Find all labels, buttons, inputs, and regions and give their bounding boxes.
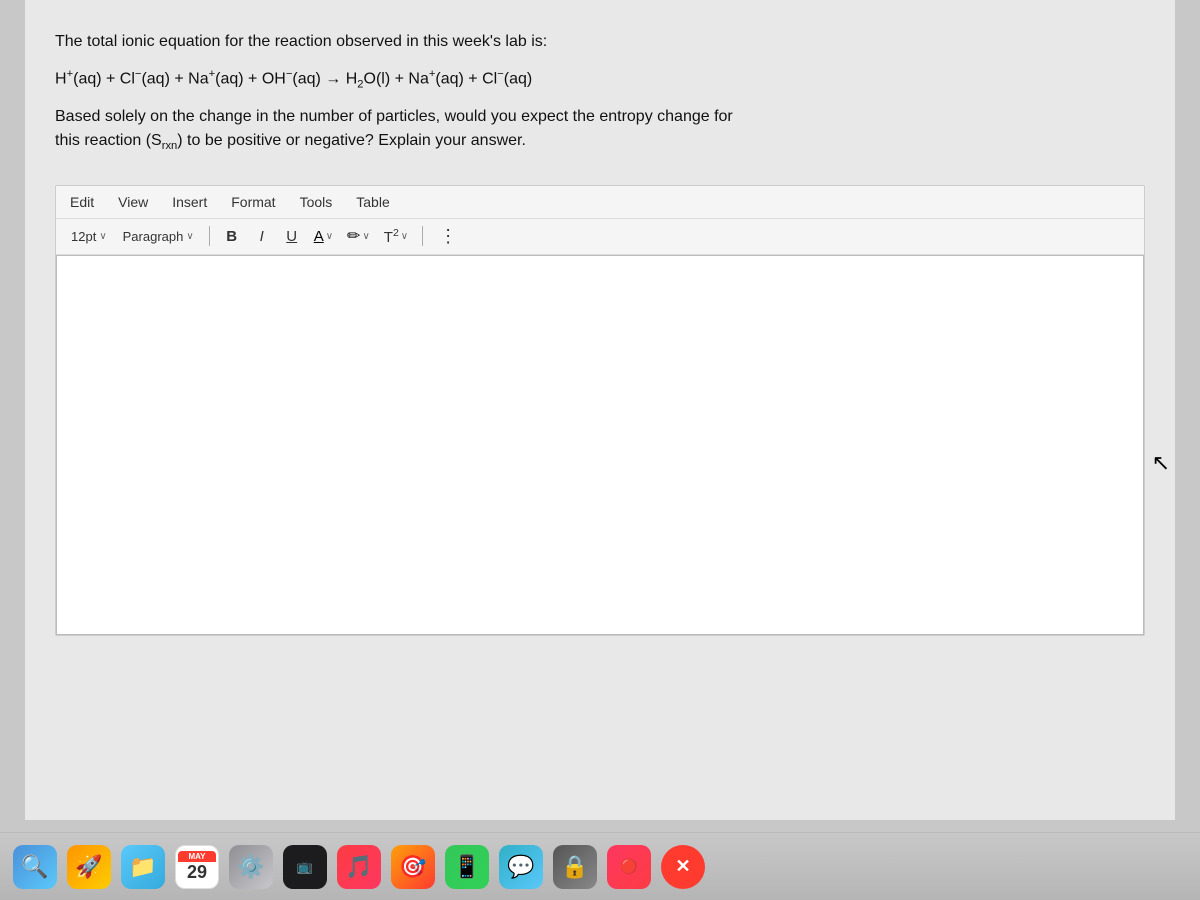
dock-item-preferences[interactable]: ⚙️: [226, 842, 276, 892]
equation-display: H+(aq) + Cl−(aq) + Na+(aq) + OH−(aq) → H…: [55, 68, 1145, 91]
highlight-chevron: ∨: [362, 231, 369, 242]
paragraph-select[interactable]: Paragraph ∨: [118, 227, 199, 246]
paragraph-chevron: ∨: [186, 231, 193, 242]
editor-text-area[interactable]: [56, 255, 1144, 635]
menu-edit[interactable]: Edit: [66, 192, 98, 212]
menu-view[interactable]: View: [114, 192, 152, 212]
editor-toolbar: 12pt ∨ Paragraph ∨ B I U A ∨ ✏: [56, 219, 1144, 255]
dock-item-close[interactable]: ✕: [658, 842, 708, 892]
font-size-select[interactable]: 12pt ∨: [66, 227, 112, 246]
font-color-button[interactable]: A ∨: [310, 226, 337, 247]
menu-tools[interactable]: Tools: [296, 192, 337, 212]
superscript-chevron: ∨: [401, 231, 408, 242]
font-color-chevron: ∨: [326, 231, 333, 242]
tv-icon: 📺: [297, 859, 313, 875]
menu-insert[interactable]: Insert: [168, 192, 211, 212]
finder-icon: 🔍: [21, 854, 48, 880]
app4-icon: 🔴: [620, 858, 637, 875]
dock-item-app4[interactable]: 🔴: [604, 842, 654, 892]
dock-item-music[interactable]: 🎵: [334, 842, 384, 892]
dock-item-tv[interactable]: 📺: [280, 842, 330, 892]
paragraph-label: Paragraph: [123, 229, 184, 244]
launchpad-icon: 🚀: [75, 854, 102, 880]
superscript-label: T2: [384, 227, 399, 246]
dock-item-finder[interactable]: 🔍: [10, 842, 60, 892]
font-size-label: 12pt: [71, 229, 96, 244]
preferences-icon: ⚙️: [237, 854, 264, 880]
more-options-button[interactable]: ⋮: [433, 224, 464, 249]
italic-button[interactable]: I: [250, 226, 274, 247]
superscript-button[interactable]: T2 ∨: [380, 225, 412, 248]
dock: 🔍 🚀 📁 MAY 29 ⚙️ 📺 🎵: [0, 832, 1200, 900]
font-size-chevron: ∨: [99, 231, 106, 242]
menu-table[interactable]: Table: [352, 192, 393, 212]
calendar-day: 29: [187, 862, 207, 883]
bold-button[interactable]: B: [220, 226, 244, 247]
question-text-2: Based solely on the change in the number…: [55, 105, 1145, 155]
dock-item-app1[interactable]: 📱: [442, 842, 492, 892]
music-icon: 🎵: [345, 854, 372, 880]
highlight-icon: ✏: [347, 226, 360, 246]
question-text-1: The total ionic equation for the reactio…: [55, 30, 1145, 54]
toolbar-divider-2: [422, 226, 423, 246]
folder-icon: 📁: [129, 854, 156, 880]
dock-item-calendar[interactable]: MAY 29: [172, 842, 222, 892]
dock-item-launchpad[interactable]: 🚀: [64, 842, 114, 892]
close-icon: ✕: [675, 856, 690, 877]
editor-container: Edit View Insert Format Tools Table 12pt…: [55, 185, 1145, 636]
calendar-month: MAY: [178, 851, 216, 862]
app3-icon: 🔒: [561, 854, 588, 880]
menu-format[interactable]: Format: [227, 192, 279, 212]
underline-button[interactable]: U: [280, 226, 304, 247]
toolbar-divider-1: [209, 226, 210, 246]
dock-item-app2[interactable]: 💬: [496, 842, 546, 892]
app1-icon: 📱: [453, 854, 480, 880]
dock-item-app3[interactable]: 🔒: [550, 842, 600, 892]
font-color-label: A: [314, 228, 324, 245]
editor-menu-bar: Edit View Insert Format Tools Table: [56, 186, 1144, 219]
target-icon: 🎯: [399, 854, 426, 880]
app2-icon: 💬: [507, 854, 534, 880]
dock-item-target[interactable]: 🎯: [388, 842, 438, 892]
highlight-button[interactable]: ✏ ∨: [343, 224, 374, 248]
dock-item-folder[interactable]: 📁: [118, 842, 168, 892]
